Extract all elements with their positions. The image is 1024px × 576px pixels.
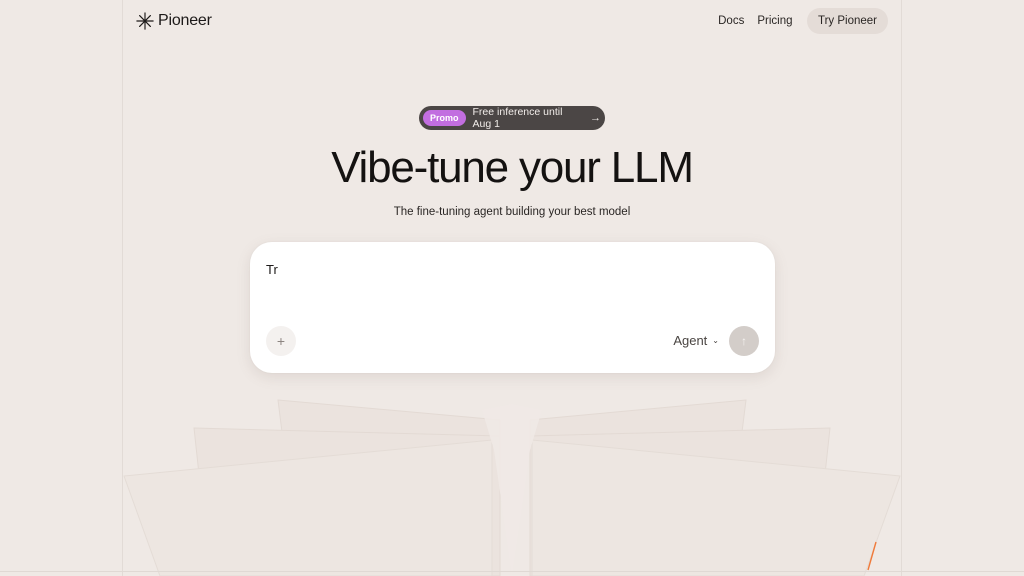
try-pioneer-button[interactable]: Try Pioneer	[806, 8, 888, 34]
send-button[interactable]: ↑	[729, 326, 759, 356]
hero-subtitle: The fine-tuning agent building your best…	[393, 206, 631, 218]
chevron-down-icon: ⌄	[712, 336, 719, 345]
sparkle-logo-icon	[136, 12, 154, 30]
brand-name: Pioneer	[158, 12, 212, 29]
mode-selector[interactable]: Agent ⌄	[673, 333, 719, 348]
add-attachment-button[interactable]: +	[266, 326, 296, 356]
bottom-divider	[0, 571, 1024, 572]
promo-banner[interactable]: Promo Free inference until Aug 1 →	[419, 106, 605, 130]
arrow-right-icon: →	[590, 112, 601, 124]
nav-docs-link[interactable]: Docs	[712, 15, 751, 27]
prompt-input[interactable]: Tr	[266, 262, 278, 277]
decorative-backdrop	[123, 399, 901, 576]
brand-logo[interactable]: Pioneer	[136, 12, 212, 30]
plus-icon: +	[276, 333, 286, 349]
nav-pricing-link[interactable]: Pricing	[751, 15, 799, 27]
mode-selector-label: Agent	[673, 333, 708, 348]
hero-title: Vibe-tune your LLM	[331, 143, 694, 192]
promo-badge: Promo	[423, 110, 466, 126]
arrow-up-icon: ↑	[741, 334, 747, 348]
prompt-composer: Tr + Agent ⌄ ↑	[250, 242, 775, 373]
promo-text: Free inference until Aug 1	[472, 106, 563, 130]
top-nav: Docs Pricing Try Pioneer	[712, 8, 888, 34]
site-header: Pioneer Docs Pricing Try Pioneer	[136, 7, 888, 35]
